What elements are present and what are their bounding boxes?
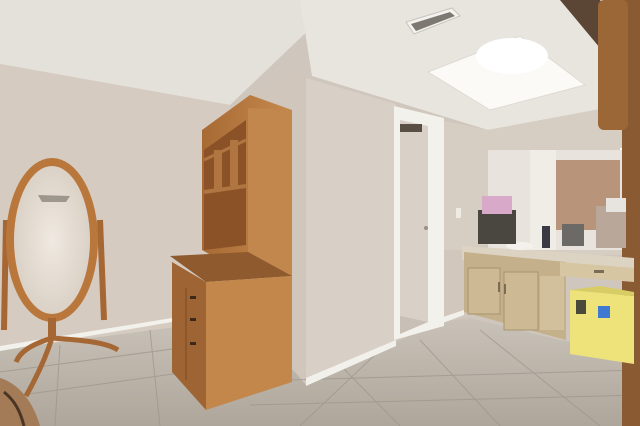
room-photo [0,0,640,426]
light-switch-icon [456,208,461,218]
open-doorway [394,106,444,340]
yellow-storage-box [570,286,634,364]
hall-wall [306,78,396,385]
wood-trim [598,0,628,130]
